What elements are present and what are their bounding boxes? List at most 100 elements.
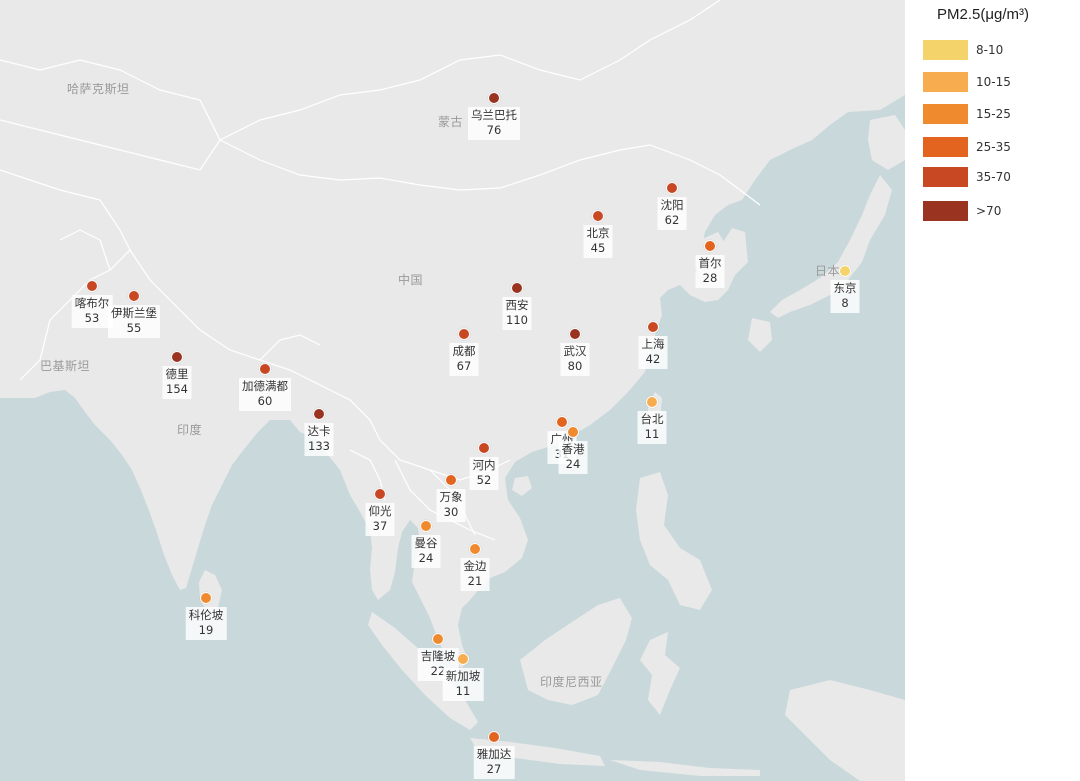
city-dot[interactable] [458, 328, 470, 340]
city-name: 伊斯兰堡 [111, 306, 157, 320]
sulawesi [640, 632, 680, 715]
city-dot[interactable] [488, 731, 500, 743]
city-name: 加德满都 [242, 379, 288, 393]
city-pm25-value: 80 [567, 359, 583, 373]
city-dot[interactable] [128, 290, 140, 302]
city-dot[interactable] [374, 488, 386, 500]
city-label: 河内 52 [469, 457, 499, 490]
city-label: 雅加达 27 [473, 746, 515, 779]
city-label: 金边 21 [460, 558, 490, 591]
city-label: 喀布尔 53 [71, 295, 113, 328]
legend-label: 8-10 [976, 43, 1004, 57]
city-dot[interactable] [420, 520, 432, 532]
city-dot[interactable] [567, 426, 579, 438]
city-pm25-value: 42 [645, 352, 661, 366]
city-label: 乌兰巴托 76 [468, 107, 520, 140]
lesser-sunda [610, 760, 760, 776]
city-dot[interactable] [259, 363, 271, 375]
city-pm25-value: 76 [486, 123, 502, 137]
city-pm25-value: 24 [565, 457, 581, 471]
city-label: 香港 24 [558, 441, 588, 474]
city-label: 伊斯兰堡 55 [108, 305, 160, 338]
city-label: 万象 30 [436, 489, 466, 522]
legend-swatch [923, 104, 968, 124]
legend-label: 15-25 [976, 107, 1011, 121]
city-dot[interactable] [432, 633, 444, 645]
city-dot[interactable] [313, 408, 325, 420]
city-name: 东京 [833, 281, 857, 295]
city-name: 科伦坡 [188, 608, 224, 622]
legend: PM2.5(μg/m³) 8-10 10-15 15-25 25-35 35-70 >70 [905, 0, 1080, 781]
japan-kyushu [748, 318, 772, 352]
map[interactable]: 哈萨克斯坦 蒙古 中国 巴基斯坦 印度 日本 印度尼西亚 乌兰巴托 76 沈阳 62 北京 45 首尔 2… [0, 0, 905, 781]
city-dot[interactable] [469, 543, 481, 555]
country-label: 印度 [177, 423, 203, 437]
country-label: 印度尼西亚 [540, 675, 603, 689]
city-pm25-value: 11 [644, 427, 660, 441]
city-name: 吉隆坡 [420, 649, 456, 663]
city-label: 加德满都 60 [239, 378, 291, 411]
legend-swatch [923, 72, 968, 92]
city-dot[interactable] [445, 474, 457, 486]
city-dot[interactable] [488, 92, 500, 104]
city-name: 台北 [640, 412, 664, 426]
city-dot[interactable] [569, 328, 581, 340]
legend-label: 25-35 [976, 140, 1011, 154]
city-dot[interactable] [478, 442, 490, 454]
city-pm25-value: 37 [372, 519, 388, 533]
city-label: 曼谷 24 [411, 535, 441, 568]
city-dot[interactable] [592, 210, 604, 222]
legend-label: 10-15 [976, 75, 1011, 89]
city-name: 上海 [641, 337, 665, 351]
city-label: 仰光 37 [365, 503, 395, 536]
city-dot[interactable] [511, 282, 523, 294]
legend-swatch [923, 137, 968, 157]
legend-item: 8-10 [923, 40, 1073, 62]
city-pm25-value: 24 [418, 551, 434, 565]
city-name: 武汉 [563, 344, 587, 358]
philippines [636, 472, 712, 610]
country-label: 巴基斯坦 [40, 359, 91, 373]
city-pm25-value: 133 [308, 439, 330, 453]
country-label: 日本 [815, 264, 841, 278]
city-name: 德里 [165, 367, 189, 381]
city-label: 西安 110 [502, 297, 532, 330]
city-name: 北京 [586, 226, 610, 240]
city-label: 科伦坡 19 [185, 607, 227, 640]
legend-item: 35-70 [923, 167, 1073, 189]
city-dot[interactable] [86, 280, 98, 292]
city-pm25-value: 110 [506, 313, 528, 327]
city-pm25-value: 60 [257, 394, 273, 408]
city-dot[interactable] [646, 396, 658, 408]
country-label: 蒙古 [438, 115, 464, 129]
city-name: 河内 [472, 458, 496, 472]
city-name: 曼谷 [414, 536, 438, 550]
legend-label: 35-70 [976, 170, 1011, 184]
city-dot[interactable] [666, 182, 678, 194]
legend-swatch [923, 201, 968, 221]
city-label: 德里 154 [162, 366, 192, 399]
city-name: 乌兰巴托 [471, 108, 517, 122]
city-dot[interactable] [647, 321, 659, 333]
sri-lanka [199, 570, 222, 612]
city-label: 达卡 133 [304, 423, 334, 456]
country-label: 中国 [398, 273, 424, 287]
city-name: 雅加达 [476, 747, 512, 761]
legend-title: PM2.5(μg/m³) [937, 6, 1029, 23]
city-dot[interactable] [171, 351, 183, 363]
city-name: 喀布尔 [74, 296, 110, 310]
city-dot[interactable] [704, 240, 716, 252]
city-pm25-value: 55 [126, 321, 142, 335]
legend-swatch [923, 40, 968, 60]
city-dot[interactable] [556, 416, 568, 428]
city-pm25-value: 52 [476, 473, 492, 487]
new-guinea [785, 680, 905, 781]
city-name: 西安 [505, 298, 529, 312]
city-dot[interactable] [457, 653, 469, 665]
city-name: 金边 [463, 559, 487, 573]
city-label: 东京 8 [830, 280, 860, 313]
city-dot[interactable] [200, 592, 212, 604]
city-pm25-value: 67 [456, 359, 472, 373]
legend-item: 15-25 [923, 104, 1073, 126]
city-dot[interactable] [839, 265, 851, 277]
